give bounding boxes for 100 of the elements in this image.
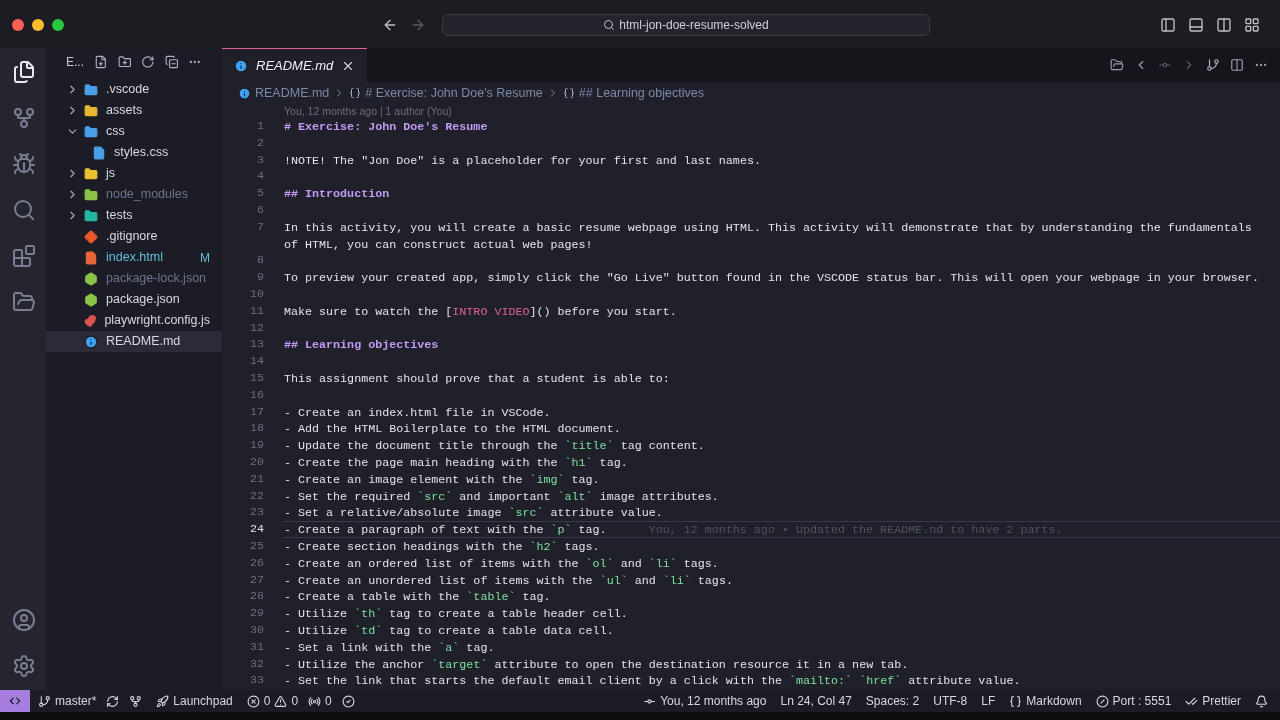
split-layout-icon[interactable] bbox=[1216, 17, 1232, 33]
breadcrumb-item[interactable]: # Exercise: John Doe's Resume bbox=[365, 83, 543, 103]
prettier-button[interactable]: Prettier bbox=[1185, 692, 1241, 710]
ports-button[interactable]: 0 bbox=[308, 692, 332, 710]
sidebar-toggle-icon[interactable] bbox=[1160, 17, 1176, 33]
file-tree-item[interactable]: styles.css bbox=[46, 142, 222, 163]
line-number: 31 bbox=[249, 639, 264, 654]
account-icon[interactable] bbox=[12, 608, 36, 632]
code-line: This assignment should prove that a student is able to: bbox=[284, 370, 670, 386]
code-line: - Create an image element with the `img` tag. bbox=[284, 471, 600, 487]
files-icon[interactable] bbox=[12, 60, 36, 84]
layout-icon[interactable] bbox=[1244, 17, 1260, 33]
split-editor-icon[interactable] bbox=[1230, 58, 1244, 72]
line-number: 2 bbox=[257, 135, 264, 150]
file-tree-item[interactable]: playwright.config.js bbox=[46, 310, 222, 331]
info-icon bbox=[238, 86, 251, 100]
file-tree-item[interactable]: index.html M bbox=[46, 247, 222, 268]
line-number: 16 bbox=[249, 387, 264, 402]
line-number: 22 bbox=[249, 488, 264, 503]
line-number: 8 bbox=[257, 253, 264, 268]
file-tree-item[interactable]: package-lock.json bbox=[46, 268, 222, 289]
file-tree-item[interactable]: assets bbox=[46, 100, 222, 121]
code-line: - Create an index.html file in VSCode. bbox=[284, 404, 551, 420]
live-server-port[interactable]: Port : 5551 bbox=[1095, 692, 1172, 710]
symbol-icon bbox=[349, 87, 362, 99]
folder-icon[interactable] bbox=[12, 290, 36, 314]
file-tree-item[interactable]: js bbox=[46, 163, 222, 184]
branch-icon bbox=[38, 694, 51, 708]
back-arrow-icon[interactable] bbox=[382, 17, 398, 33]
line-number: 9 bbox=[257, 270, 264, 285]
line-number: 13 bbox=[249, 337, 264, 352]
remote-icon bbox=[8, 694, 22, 708]
file-tree-item[interactable]: tests bbox=[46, 205, 222, 226]
line-number: 12 bbox=[249, 320, 264, 335]
bug-icon[interactable] bbox=[12, 152, 36, 176]
search-icon bbox=[603, 19, 616, 31]
close-window-button[interactable] bbox=[12, 19, 24, 31]
source-control-icon[interactable] bbox=[12, 106, 36, 130]
line-ending-setting[interactable]: LF bbox=[981, 692, 996, 710]
symbol-icon bbox=[562, 87, 575, 99]
encoding-setting[interactable]: UTF-8 bbox=[933, 692, 968, 710]
slash-circle-icon bbox=[1095, 694, 1109, 708]
file-tree-item[interactable]: css bbox=[46, 121, 222, 142]
code-line: of HTML, you can construct actual web pages! bbox=[284, 236, 593, 252]
line-number: 23 bbox=[249, 505, 264, 520]
explorer-title: E... bbox=[66, 54, 84, 71]
check-icon[interactable] bbox=[341, 694, 355, 708]
code-line: - Set the required `src` and important `alt` image attributes. bbox=[284, 488, 719, 504]
antenna-icon bbox=[308, 694, 322, 708]
branch-button[interactable]: master* bbox=[38, 692, 97, 710]
code-line: - Set a link with the `a` tag. bbox=[284, 639, 495, 655]
code-line: - Utilize the anchor `target` attribute to open the destination resource it in a new tab. bbox=[284, 656, 909, 672]
line-number: 17 bbox=[249, 404, 264, 419]
line-number: 3 bbox=[257, 152, 264, 167]
code-line: - Set the link that starts the default email client by a click with the `mailto:` `href` attribute value. bbox=[284, 673, 1021, 689]
panel-toggle-icon[interactable] bbox=[1188, 17, 1204, 33]
rocket-icon bbox=[156, 694, 170, 708]
file-tree-item[interactable]: node_modules bbox=[46, 184, 222, 205]
code-line: - Create a paragraph of text with the `p` tag. bbox=[284, 522, 607, 537]
launchpad-button[interactable]: Launchpad bbox=[156, 692, 233, 710]
settings-icon[interactable] bbox=[12, 654, 36, 678]
braces-icon bbox=[1009, 694, 1023, 708]
blame-header: You, 12 months ago | 1 author (You) bbox=[284, 105, 452, 117]
cursor-position[interactable]: Ln 24, Col 47 bbox=[780, 692, 852, 710]
extensions-icon[interactable] bbox=[12, 244, 36, 268]
code-line: - Utilize `td` tag to create a table data cell. bbox=[284, 622, 614, 638]
breadcrumb-item[interactable]: ## Learning objectives bbox=[578, 83, 704, 103]
file-tree-item[interactable]: .gitignore bbox=[46, 226, 222, 247]
maximize-window-button[interactable] bbox=[52, 19, 64, 31]
search-icon[interactable] bbox=[12, 198, 36, 222]
breadcrumb-item[interactable]: README.md bbox=[255, 83, 330, 103]
line-number: 4 bbox=[257, 169, 264, 184]
line-number: 19 bbox=[249, 438, 264, 453]
blame-status[interactable]: You, 12 months ago bbox=[643, 692, 767, 710]
problems-button[interactable]: 0 0 bbox=[246, 692, 299, 710]
bell-icon[interactable] bbox=[1255, 694, 1268, 708]
error-icon bbox=[246, 694, 260, 708]
forward-arrow-icon[interactable] bbox=[410, 17, 426, 33]
line-number: 29 bbox=[249, 606, 264, 621]
code-line: - Create an unordered list of items with the `ul` and `li` tags. bbox=[284, 572, 733, 588]
refresh-icon[interactable] bbox=[141, 55, 155, 69]
file-tree-item[interactable]: README.md bbox=[46, 331, 222, 352]
git-graph-icon[interactable] bbox=[1206, 58, 1220, 72]
language-mode[interactable]: Markdown bbox=[1009, 692, 1082, 710]
minimize-window-button[interactable] bbox=[32, 19, 44, 31]
remote-button[interactable] bbox=[0, 690, 30, 712]
command-search-field[interactable]: html-jon-doe-resume-solved bbox=[442, 14, 930, 36]
sync-icon[interactable] bbox=[106, 694, 120, 708]
line-number: 33 bbox=[249, 673, 264, 688]
line-number: 18 bbox=[249, 421, 264, 436]
file-tree-item[interactable]: .vscode bbox=[46, 79, 222, 100]
new-folder-icon[interactable] bbox=[117, 55, 132, 69]
new-file-icon[interactable] bbox=[94, 55, 108, 69]
git-icon[interactable] bbox=[129, 694, 143, 708]
code-line: In this activity, you will create a basic resume webpage using HTML. This activity will demonstrate that by understanding the fundamentals bbox=[284, 219, 1252, 235]
collapse-icon[interactable] bbox=[164, 55, 179, 69]
file-tree-item[interactable]: package.json bbox=[46, 289, 222, 310]
indentation-setting[interactable]: Spaces: 2 bbox=[865, 692, 920, 710]
editor-tab[interactable]: README.md bbox=[222, 48, 368, 82]
line-number: 15 bbox=[249, 370, 264, 385]
